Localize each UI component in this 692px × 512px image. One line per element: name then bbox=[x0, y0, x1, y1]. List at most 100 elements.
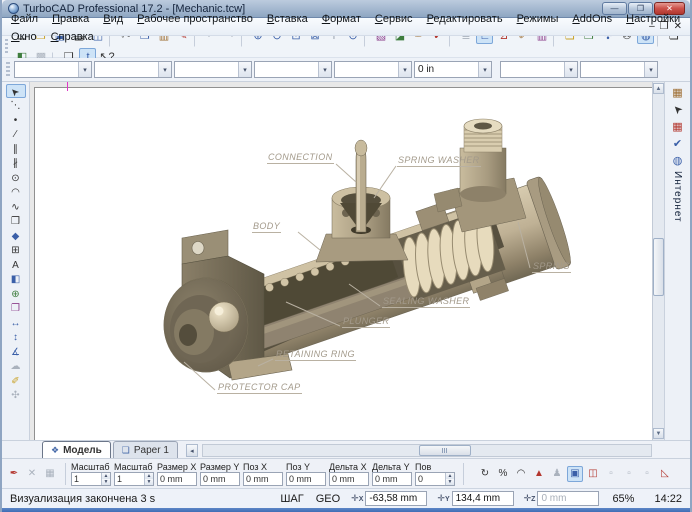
chevron-down-icon[interactable]: ▾ bbox=[398, 62, 411, 77]
arc-edit-icon[interactable]: ◠ bbox=[513, 466, 529, 482]
mdi-minimize-button[interactable]: – bbox=[649, 19, 655, 35]
pen-marker-tool-icon[interactable]: ✐ bbox=[6, 374, 26, 388]
zoom-level[interactable]: 65% bbox=[612, 493, 634, 505]
text-tool-icon[interactable]: A bbox=[6, 258, 26, 272]
field-input[interactable]: 1▲▼ bbox=[71, 472, 111, 486]
dimension-tool-icon[interactable]: ↔ bbox=[6, 316, 26, 330]
drawing-canvas[interactable]: CONNECTION SPRING WASHER BODY SPRING SEA… bbox=[30, 82, 652, 440]
horizontal-scrollbar-thumb[interactable] bbox=[419, 445, 471, 456]
coordinate-input[interactable]: -63,58 mm bbox=[365, 491, 427, 506]
chevron-down-icon[interactable]: ▾ bbox=[318, 62, 331, 77]
grid-icon[interactable]: ▦ bbox=[668, 118, 688, 134]
spinner[interactable]: ▲▼ bbox=[101, 473, 110, 485]
anchor-icon[interactable]: ♟ bbox=[549, 466, 565, 482]
move-mode-icon[interactable]: ▣ bbox=[567, 466, 583, 482]
spinner[interactable]: ▲▼ bbox=[144, 473, 153, 485]
field-input[interactable]: 0 mm▲▼ bbox=[243, 472, 283, 486]
box-tool-icon[interactable]: ❒ bbox=[6, 215, 26, 229]
arc-tool-icon[interactable]: ◠ bbox=[6, 186, 26, 200]
chevron-down-icon[interactable]: ▾ bbox=[238, 62, 251, 77]
multiline-tool-icon[interactable]: ∦ bbox=[6, 157, 26, 171]
snap-tool-icon[interactable]: ⋱ bbox=[6, 99, 26, 113]
menu-item[interactable]: Редактировать bbox=[420, 12, 510, 26]
select-tool-icon[interactable]: ➤ bbox=[6, 84, 26, 98]
toolbar-combo[interactable]: ▾ bbox=[254, 61, 332, 78]
menu-item[interactable]: Формат bbox=[315, 12, 368, 26]
percent-icon[interactable]: % bbox=[495, 466, 511, 482]
sheet-tab[interactable]: ❖Модель bbox=[42, 441, 111, 458]
menu-item[interactable]: Правка bbox=[45, 12, 96, 26]
checkmark-icon[interactable]: ✔ bbox=[668, 135, 688, 151]
field-input[interactable]: 1▲▼ bbox=[114, 472, 154, 486]
stretch-icon[interactable]: ▫ bbox=[603, 466, 619, 482]
horizontal-scrollbar[interactable] bbox=[202, 444, 652, 457]
mdi-restore-button[interactable]: ❐ bbox=[660, 19, 669, 35]
field-input[interactable]: 0 mm▲▼ bbox=[157, 472, 197, 486]
chevron-down-icon[interactable]: ▾ bbox=[478, 62, 491, 77]
menu-item[interactable]: Окно bbox=[4, 30, 44, 44]
menu-item[interactable]: Файл bbox=[4, 12, 45, 26]
line-tool-icon[interactable]: ∕ bbox=[6, 128, 26, 142]
vertical-dimension-tool-icon[interactable]: ↕ bbox=[6, 331, 26, 345]
menu-item[interactable]: Режимы bbox=[510, 12, 566, 26]
toolbar-drag-handle[interactable] bbox=[6, 62, 10, 78]
point-tool-icon[interactable]: • bbox=[6, 113, 26, 127]
warning-icon[interactable]: ▲ bbox=[531, 466, 547, 482]
toolbar-combo[interactable]: ▾ bbox=[94, 61, 172, 78]
toolbar-combo[interactable]: ▾ bbox=[500, 61, 578, 78]
solid-tool-icon[interactable]: ◆ bbox=[6, 229, 26, 243]
polyline-tool-icon[interactable]: ∥ bbox=[6, 142, 26, 156]
angle-dimension-tool-icon[interactable]: ∡ bbox=[6, 345, 26, 359]
coordinate-input[interactable]: 134,4 mm bbox=[452, 491, 514, 506]
menu-item[interactable]: Вставка bbox=[260, 12, 315, 26]
rotate-icon[interactable]: ↻ bbox=[477, 466, 493, 482]
table-icon[interactable]: ▦ bbox=[42, 466, 58, 482]
chevron-down-icon[interactable]: ▾ bbox=[644, 62, 657, 77]
menu-item[interactable]: Рабочее пространство bbox=[130, 12, 260, 26]
geo-mode-toggle[interactable]: GEO bbox=[316, 493, 340, 505]
toolbar-combo[interactable]: ▾ bbox=[14, 61, 92, 78]
coordinate-input[interactable]: 0 mm bbox=[537, 491, 599, 506]
no-draw-icon[interactable]: ✒ bbox=[6, 466, 22, 482]
toolbar-combo[interactable]: ▾ bbox=[334, 61, 412, 78]
field-input[interactable]: 0 mm▲▼ bbox=[329, 472, 369, 486]
mdi-close-button[interactable]: ✕ bbox=[674, 19, 682, 35]
internet-globe-icon[interactable]: ◍ bbox=[668, 152, 688, 168]
mirror-icon[interactable]: ▫ bbox=[639, 466, 655, 482]
web-tool-icon[interactable]: ⊕ bbox=[6, 287, 26, 301]
workplane-tool-icon[interactable]: ⊞ bbox=[6, 244, 26, 258]
chevron-down-icon[interactable]: ▾ bbox=[78, 62, 91, 77]
field-input[interactable]: 0▲▼ bbox=[415, 472, 455, 486]
step-mode-toggle[interactable]: ШАГ bbox=[280, 493, 303, 505]
shear-icon[interactable]: ◺ bbox=[657, 466, 673, 482]
spline-tool-icon[interactable]: ∿ bbox=[6, 200, 26, 214]
delete-icon[interactable]: ✕ bbox=[24, 466, 40, 482]
scroll-up-arrow-icon[interactable]: ▲ bbox=[653, 83, 664, 94]
spinner[interactable]: ▲▼ bbox=[445, 473, 454, 485]
internet-palette-tab[interactable]: Интернет bbox=[672, 171, 683, 223]
menu-item[interactable]: AddOns bbox=[565, 12, 619, 26]
scroll-down-arrow-icon[interactable]: ▼ bbox=[653, 428, 664, 439]
vertical-scrollbar-thumb[interactable] bbox=[653, 238, 664, 296]
chevron-down-icon[interactable]: ▾ bbox=[158, 62, 171, 77]
toolbar-combo[interactable]: ▾ bbox=[580, 61, 658, 78]
fill-tool-icon[interactable]: ◧ bbox=[6, 273, 26, 287]
settings-tool-icon[interactable]: ✣ bbox=[6, 389, 26, 403]
field-input[interactable]: 0 mm▲▼ bbox=[286, 472, 326, 486]
vertical-scrollbar[interactable]: ▲ ▼ bbox=[652, 82, 664, 440]
toolbar-combo[interactable]: ▾ bbox=[174, 61, 252, 78]
field-input[interactable]: 0 mm▲▼ bbox=[372, 472, 412, 486]
menu-item[interactable]: Справка bbox=[44, 30, 101, 44]
array-icon[interactable]: ▫ bbox=[621, 466, 637, 482]
menu-item[interactable]: Вид bbox=[96, 12, 130, 26]
tab-scroll-left-icon[interactable]: ◂ bbox=[186, 444, 198, 457]
sheet-tab[interactable]: ❏Paper 1 bbox=[113, 441, 178, 458]
chevron-down-icon[interactable]: ▾ bbox=[564, 62, 577, 77]
menu-item[interactable]: Сервис bbox=[368, 12, 420, 26]
pointer-icon[interactable]: ➤ bbox=[668, 101, 688, 117]
field-input[interactable]: 0 mm▲▼ bbox=[200, 472, 240, 486]
circle-tool-icon[interactable]: ⊙ bbox=[6, 171, 26, 185]
palette-icon[interactable]: ▦ bbox=[668, 84, 688, 100]
toolbar-combo[interactable]: 0 in▾ bbox=[414, 61, 492, 78]
copy-tool-icon[interactable]: ❐ bbox=[6, 302, 26, 316]
